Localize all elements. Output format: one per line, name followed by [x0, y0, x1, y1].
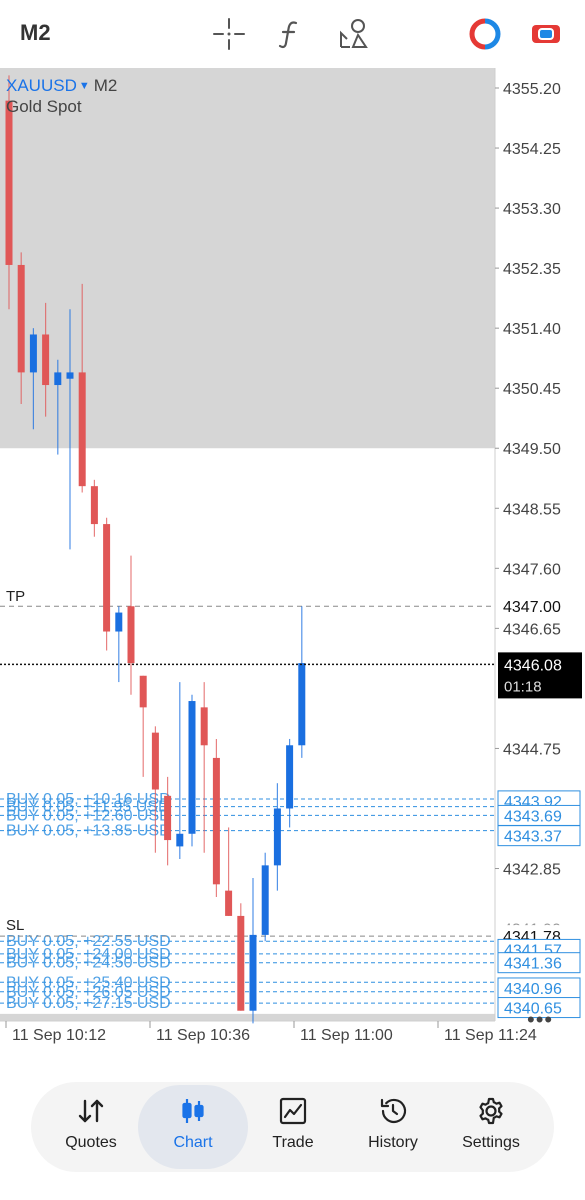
price-axis-label: 4347.60 [503, 561, 561, 578]
tp-label: TP [6, 588, 25, 605]
price-axis-label: 4348.55 [503, 501, 561, 518]
candle-bear [17, 264, 25, 373]
tab-settings-label: Settings [462, 1134, 520, 1151]
tab-quotes[interactable]: Quotes [39, 1082, 143, 1172]
candle-bull [176, 833, 184, 847]
candle-bear [237, 915, 245, 1011]
time-axis-label: 11 Sep 10:36 [156, 1027, 250, 1044]
dropdown-arrow-icon: ▼ [78, 80, 90, 92]
candle-bull [298, 663, 306, 746]
price-axis-label: 4350.45 [503, 381, 561, 398]
position-price-label: 4341.36 [504, 956, 562, 973]
candle-bear [127, 606, 135, 664]
price-axis-label: 4353.30 [503, 201, 561, 218]
price-axis-label: 4355.20 [503, 81, 561, 98]
chart-timeframe: M2 [93, 76, 118, 95]
candle-bull [66, 372, 74, 379]
candle-bear [90, 486, 98, 525]
price-axis-label: 4346.65 [503, 621, 561, 638]
candle-bull [188, 701, 196, 834]
position-price-label: 4340.96 [504, 981, 562, 998]
candle-bull [54, 372, 62, 386]
candle-bear [5, 100, 13, 265]
sl-label: SL [6, 917, 24, 934]
symbol-description: Gold Spot [6, 97, 82, 116]
one-click-trading-icon[interactable] [467, 16, 503, 52]
gear-icon [479, 1097, 503, 1125]
candle-bear [212, 757, 220, 885]
position-price-label: 4343.69 [504, 808, 562, 825]
time-axis-label: 11 Sep 11:00 [300, 1027, 393, 1044]
price-axis-label: 4354.25 [503, 141, 561, 158]
chart-area[interactable]: 4355.20 4354.25 4353.30 4352.35 4351.40 4350.… [0, 68, 585, 1080]
price-axis-label: 4352.35 [503, 261, 561, 278]
candle-bear [200, 707, 208, 746]
top-toolbar: M2 [0, 0, 585, 68]
candle-bull [286, 745, 294, 809]
candle-bear [164, 795, 172, 841]
current-price-label: 4346.08 [504, 657, 562, 674]
bar-countdown-label: 01:18 [504, 678, 542, 695]
tab-history[interactable]: History [341, 1082, 445, 1172]
symbol-name: XAUUSD [6, 76, 77, 95]
candle-bull [261, 865, 269, 935]
objects-icon[interactable] [336, 16, 372, 52]
position-price-label: 4343.37 [504, 829, 562, 846]
tp-price: 4347.00 [503, 599, 561, 616]
bottom-navigation: Quotes Chart Trade History Settings [31, 1082, 554, 1172]
candle-bull [273, 808, 281, 866]
time-axis-label: 11 Sep 11:24 [444, 1027, 537, 1044]
candlestick-icon [182, 1099, 204, 1123]
tab-trade[interactable]: Trade [241, 1082, 345, 1172]
more-icon[interactable]: ••• [527, 1009, 553, 1031]
order-lower-label: BUY 0.05, +24.50 USD [6, 955, 171, 972]
history-clock-icon [380, 1098, 407, 1124]
candle-bull [29, 334, 37, 373]
symbol-title[interactable]: XAUUSD ▼ M2 [6, 76, 117, 96]
account-icon[interactable] [528, 16, 564, 52]
tab-history-label: History [368, 1134, 418, 1151]
tab-quotes-label: Quotes [65, 1134, 117, 1151]
tab-trade-label: Trade [272, 1134, 314, 1151]
trade-chart-icon [279, 1097, 307, 1125]
tab-settings[interactable]: Settings [439, 1082, 543, 1172]
price-axis-label: 4342.85 [503, 862, 561, 879]
candle-bear [78, 372, 86, 487]
candle-bull [115, 612, 123, 632]
tab-chart-label: Chart [173, 1134, 213, 1151]
quotes-arrows-icon [78, 1099, 104, 1123]
candle-bear [42, 334, 50, 386]
grey-zone-bottom [0, 1013, 495, 1021]
price-axis-label: 4349.50 [503, 441, 561, 458]
price-axis-label: 4351.40 [503, 321, 561, 338]
time-axis-label: 11 Sep 10:12 [12, 1027, 106, 1044]
timeframe-button[interactable]: M2 [20, 20, 51, 46]
price-axis-label: 4344.75 [503, 741, 561, 758]
price-chart[interactable]: 4355.20 4354.25 4353.30 4352.35 4351.40 4350.… [0, 68, 585, 1080]
order-upper-label: BUY 0.05, +13.85 USD [6, 823, 171, 840]
candle-bear [225, 890, 233, 916]
candle-bull [249, 934, 257, 1011]
candle-bear [151, 732, 159, 790]
function-icon[interactable] [272, 16, 308, 52]
grey-zone-top [0, 68, 495, 449]
order-lower-label: BUY 0.05, +27.15 USD [6, 995, 171, 1012]
candle-bear [139, 675, 147, 708]
crosshair-icon[interactable] [211, 16, 247, 52]
tab-chart[interactable]: Chart [141, 1082, 245, 1172]
candle-bear [103, 524, 111, 632]
